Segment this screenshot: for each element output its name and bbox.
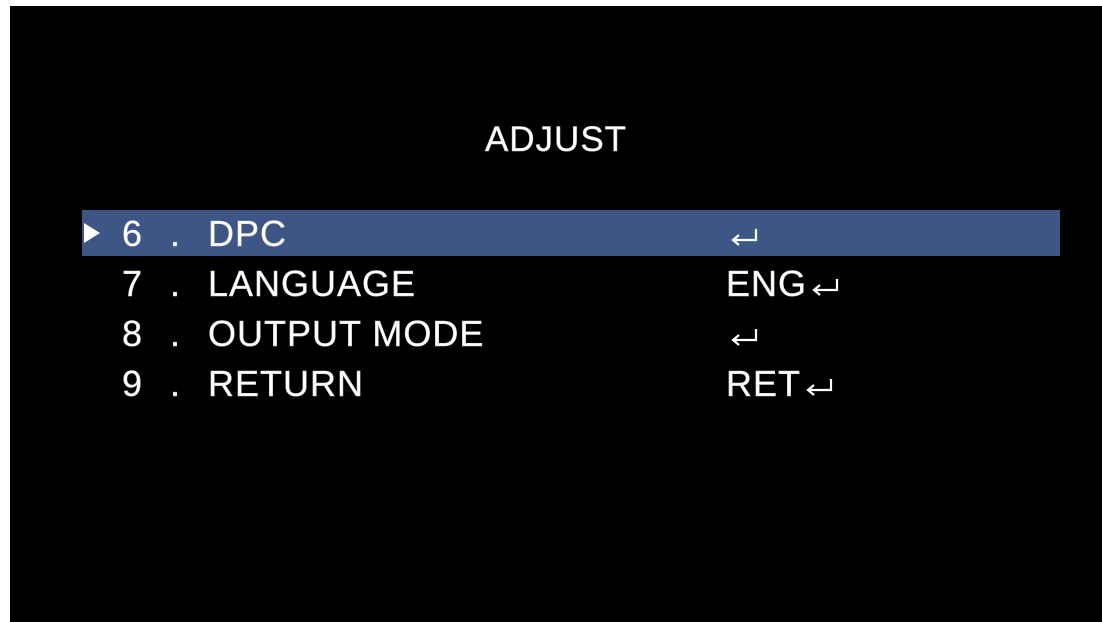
menu-item-label: LANGUAGE	[208, 263, 417, 305]
menu-item-label: RETURN	[208, 363, 364, 405]
menu-item-separator: .	[170, 313, 182, 355]
menu-item-value-text: ENG	[726, 263, 808, 305]
menu-item-number: 8	[122, 313, 144, 355]
enter-icon[interactable]	[803, 375, 835, 397]
menu-item-value-text: RET	[726, 363, 801, 405]
menu-item-number: 7	[122, 263, 144, 305]
osd-screen: ADJUST 6 . DPC 7 . LANGUAGE ENG 8 . OUTP…	[10, 6, 1102, 622]
enter-icon[interactable]	[728, 225, 760, 247]
menu-item-value	[726, 312, 760, 356]
menu-item-label: OUTPUT MODE	[208, 313, 485, 355]
menu-item-value	[726, 212, 760, 256]
menu-item-language[interactable]: 7 . LANGUAGE ENG	[82, 260, 1060, 306]
menu-title: ADJUST	[484, 120, 628, 160]
menu-item-separator: .	[170, 213, 182, 255]
enter-icon[interactable]	[728, 325, 760, 347]
menu-item-label: DPC	[208, 213, 288, 255]
menu-item-separator: .	[170, 363, 182, 405]
menu-item-separator: .	[170, 263, 182, 305]
menu-item-value: ENG	[726, 262, 841, 306]
menu-item-number: 9	[122, 363, 144, 405]
selection-cursor-icon	[84, 223, 100, 243]
menu-item-number: 6	[122, 213, 144, 255]
menu-item-return[interactable]: 9 . RETURN RET	[82, 360, 1060, 406]
menu-item-dpc[interactable]: 6 . DPC	[82, 210, 1060, 256]
menu-item-value: RET	[726, 362, 835, 406]
menu-item-output-mode[interactable]: 8 . OUTPUT MODE	[82, 310, 1060, 356]
enter-icon[interactable]	[809, 275, 841, 297]
